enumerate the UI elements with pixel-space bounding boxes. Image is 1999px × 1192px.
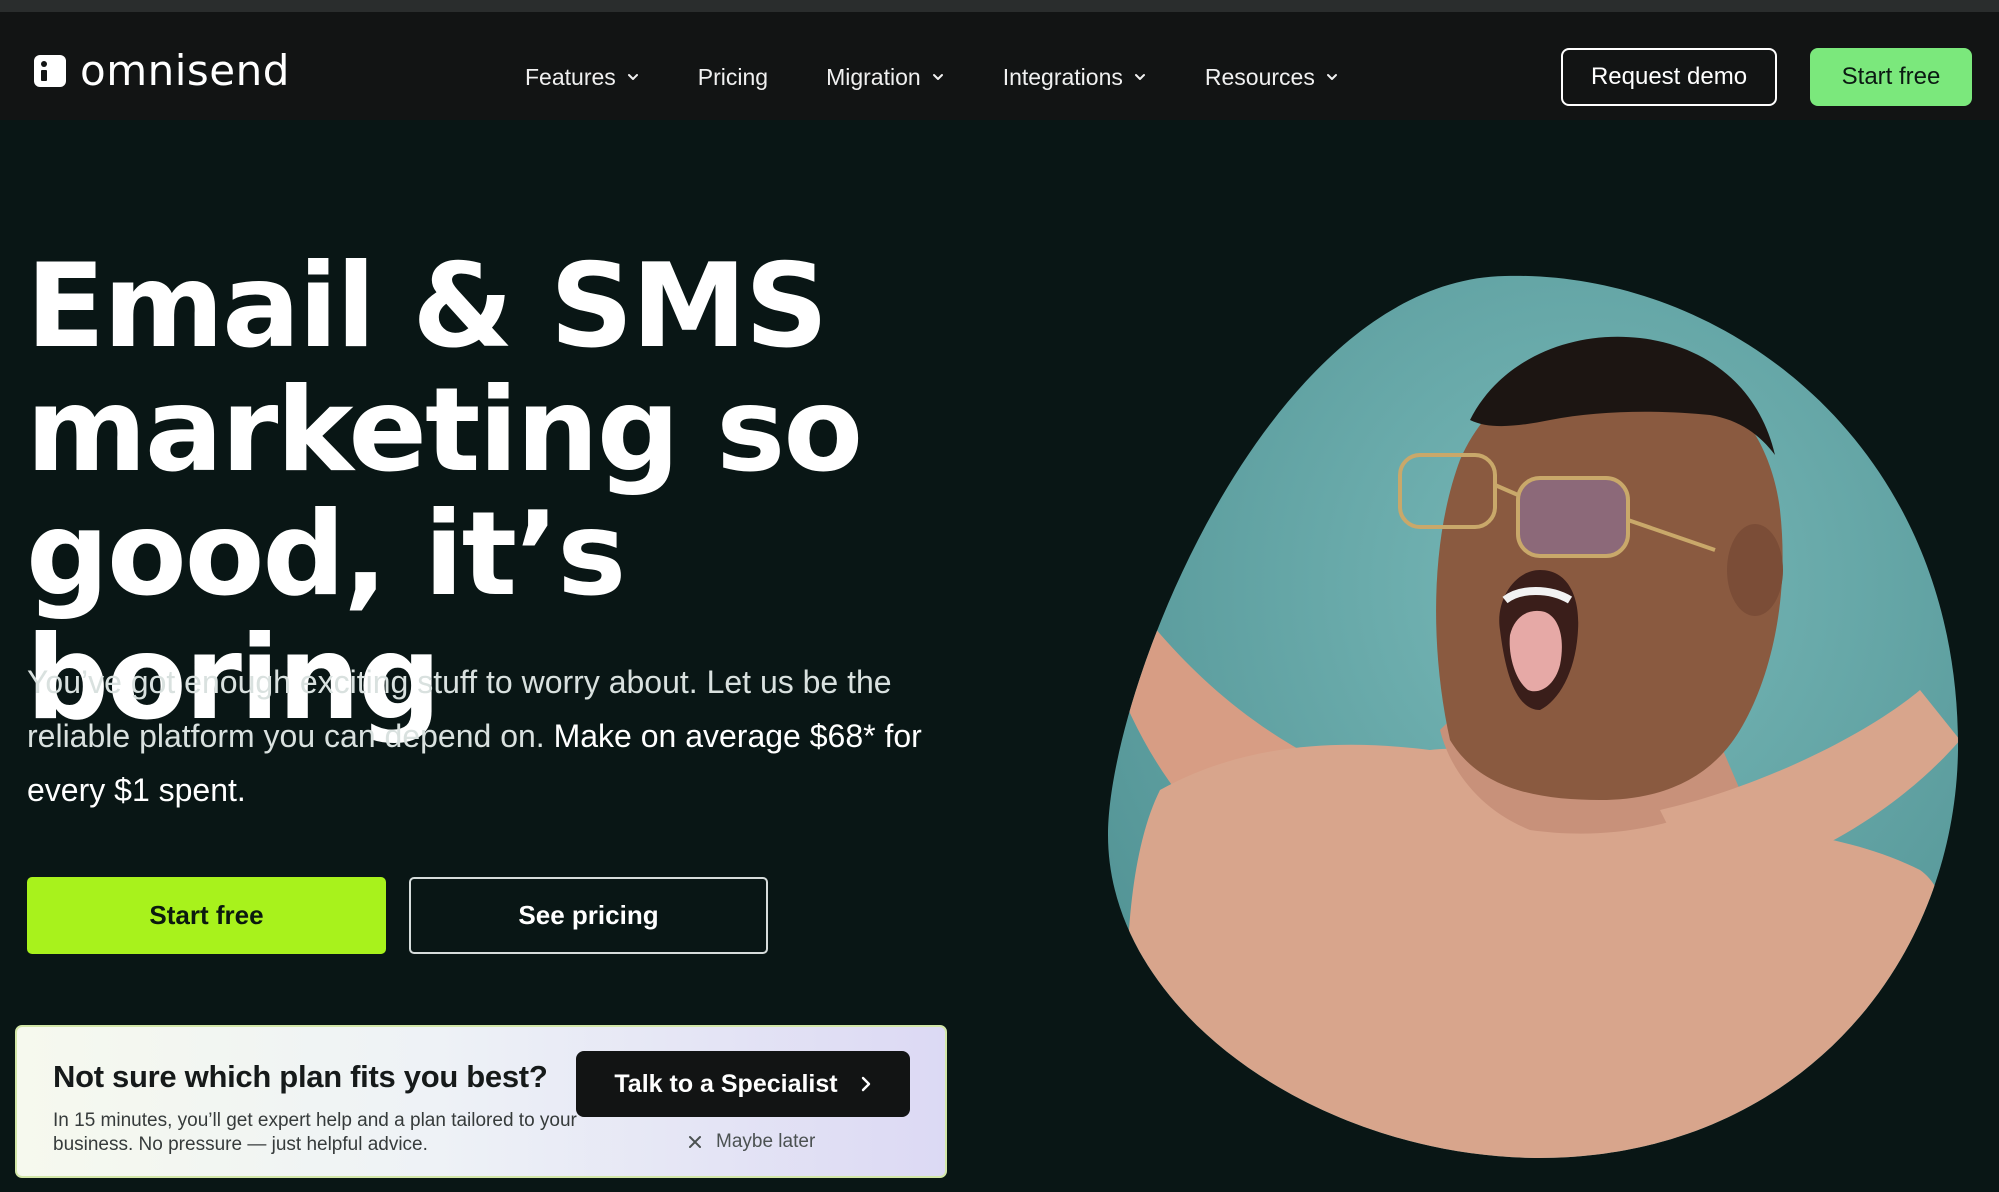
chevron-right-icon xyxy=(861,1076,870,1092)
chevron-down-icon xyxy=(1326,74,1337,80)
nav-item-resources[interactable]: Resources xyxy=(1205,64,1339,91)
see-pricing-button[interactable]: See pricing xyxy=(409,877,768,954)
main-menu: Features Pricing Migration Integrations … xyxy=(525,62,1397,92)
nav-start-free-button[interactable]: Start free xyxy=(1810,48,1972,106)
maybe-later-link[interactable]: Maybe later xyxy=(688,1131,815,1153)
nav-item-label: Pricing xyxy=(697,63,769,90)
nav-item-migration[interactable]: Migration xyxy=(826,64,945,91)
hero-title-line: marketing so xyxy=(26,363,863,498)
omnisend-logo-icon xyxy=(34,54,66,87)
omnisend-logo[interactable]: omnisend xyxy=(34,46,290,95)
logo-text: omnisend xyxy=(80,46,290,95)
promo-description: In 15 minutes, you’ll get expert help an… xyxy=(53,1110,577,1155)
nav-item-label: Migration xyxy=(826,63,921,90)
browser-top-strip xyxy=(0,0,1999,12)
specialist-promo-card: Not sure which plan fits you best? In 15… xyxy=(15,1025,947,1178)
nav-item-label: Resources xyxy=(1204,63,1315,90)
hero-title-line: Email & SMS xyxy=(26,239,828,374)
request-demo-button[interactable]: Request demo xyxy=(1561,48,1777,106)
nav-item-pricing[interactable]: Pricing xyxy=(698,64,768,91)
chevron-down-icon xyxy=(932,74,943,80)
chevron-down-icon xyxy=(627,74,638,80)
close-icon xyxy=(689,1136,701,1148)
nav-item-features[interactable]: Features xyxy=(525,64,640,91)
maybe-later-label: Maybe later xyxy=(716,1131,816,1152)
nav-item-label: Features xyxy=(525,63,616,90)
chevron-down-icon xyxy=(1134,74,1145,80)
hero-subtitle: You’ve got enough exciting stuff to worr… xyxy=(27,655,927,817)
promo-title: Not sure which plan fits you best? xyxy=(53,1059,548,1094)
talk-to-specialist-button[interactable]: Talk to a Specialist xyxy=(576,1051,910,1117)
nav-item-label: Integrations xyxy=(1002,63,1123,90)
button-label: Talk to a Specialist xyxy=(614,1069,838,1098)
hero-person-photo xyxy=(1108,275,1959,1159)
nav-item-integrations[interactable]: Integrations xyxy=(1003,64,1147,91)
top-navigation: omnisend Features Pricing Migration Inte… xyxy=(0,12,1999,120)
hero-start-free-button[interactable]: Start free xyxy=(27,877,386,954)
